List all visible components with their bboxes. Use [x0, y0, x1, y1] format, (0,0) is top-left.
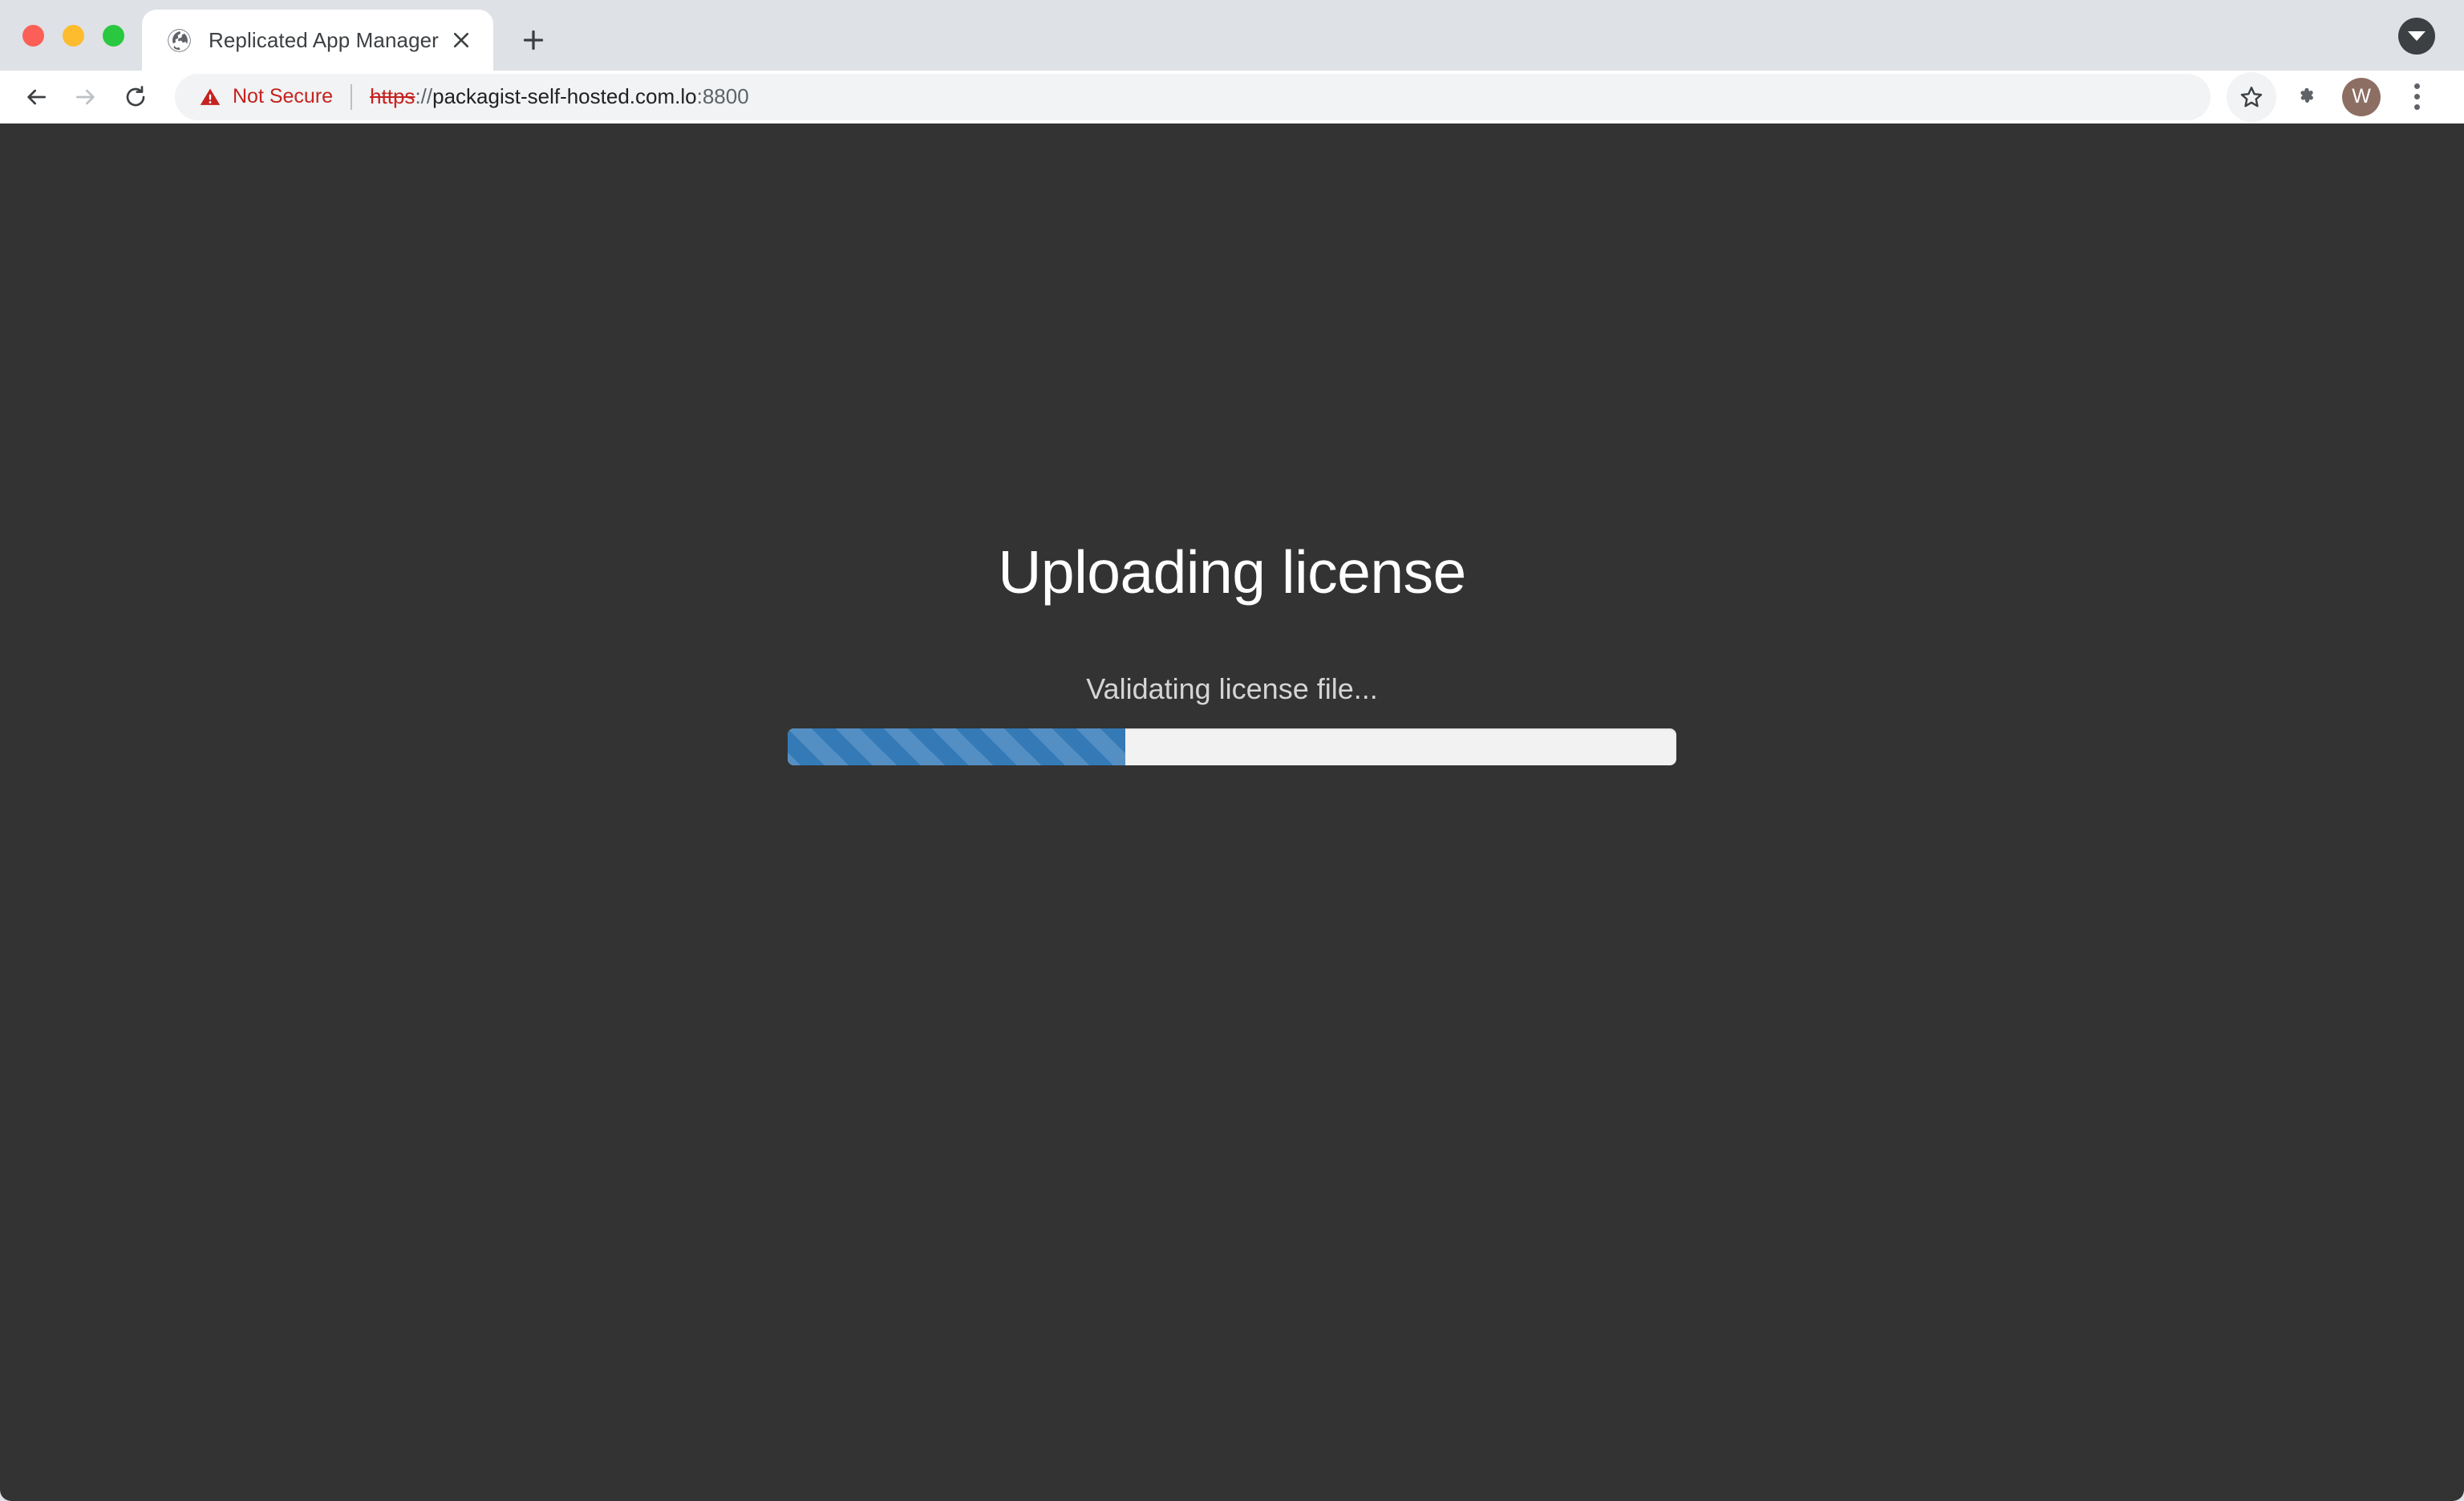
url-separator: ://: [415, 84, 433, 108]
status-message: Validating license file...: [1086, 672, 1378, 705]
new-tab-button[interactable]: [511, 18, 556, 63]
bookmark-button[interactable]: [2227, 71, 2276, 122]
browser-toolbar: Not Secure https://packagist-self-hosted…: [0, 71, 2464, 124]
forward-button[interactable]: [61, 72, 111, 122]
upload-progress-fill: [788, 728, 1126, 765]
chevron-down-icon: [2408, 31, 2426, 41]
browser-tab[interactable]: Replicated App Manager: [142, 10, 493, 71]
toolbar-actions: W: [2227, 71, 2442, 122]
tab-search-button[interactable]: [2398, 18, 2435, 55]
window-controls: [0, 0, 142, 71]
warning-triangle-icon: [199, 86, 221, 108]
url-host: packagist-self-hosted.com.lo: [432, 84, 697, 108]
extensions-button[interactable]: [2281, 72, 2331, 122]
avatar[interactable]: W: [2342, 77, 2381, 116]
browser-window: Replicated App Manager Not Secure https …: [0, 0, 2464, 1501]
address-bar[interactable]: Not Secure https://packagist-self-hosted…: [175, 73, 2211, 120]
close-window-button[interactable]: [22, 24, 44, 47]
globe-icon: [166, 27, 192, 54]
site-security-chip[interactable]: Not Secure: [199, 85, 333, 108]
maximize-window-button[interactable]: [103, 24, 124, 47]
url-port: :8800: [696, 84, 749, 108]
page-viewport: Uploading license Validating license fil…: [0, 124, 2464, 1501]
omnibox-divider: [351, 83, 353, 110]
chrome-menu-button[interactable]: [2392, 72, 2442, 122]
url-text: https://packagist-self-hosted.com.lo:880…: [370, 84, 749, 109]
reload-button[interactable]: [111, 72, 160, 122]
tab-title: Replicated App Manager: [209, 27, 439, 52]
url-scheme: https: [370, 84, 415, 108]
minimize-window-button[interactable]: [63, 24, 84, 47]
page-title: Uploading license: [998, 538, 1466, 606]
upload-progress-bar: [788, 728, 1676, 765]
security-status-text: Not Secure: [233, 85, 334, 108]
upload-license-stage: Uploading license Validating license fil…: [0, 124, 2464, 765]
kebab-menu-icon: [2413, 83, 2420, 110]
close-tab-button[interactable]: [444, 22, 479, 58]
back-button[interactable]: [11, 72, 61, 122]
tab-strip: Replicated App Manager: [0, 0, 2464, 71]
